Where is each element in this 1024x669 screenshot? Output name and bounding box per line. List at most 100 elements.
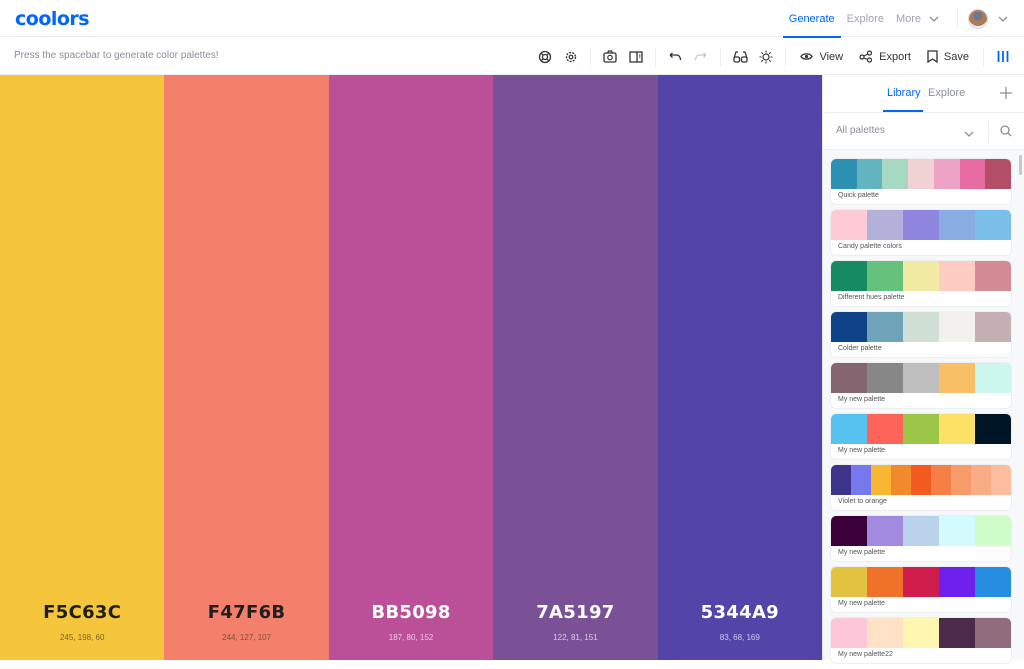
palette-swatch — [971, 465, 991, 495]
top-navbar: coolors Generate Explore More — [0, 0, 1024, 38]
toolbar-divider — [655, 46, 657, 67]
toolbar-divider — [983, 46, 984, 67]
palette-swatches — [831, 261, 1011, 291]
palette-swatch — [903, 363, 939, 393]
saved-palette-card[interactable]: Quick palette — [831, 159, 1011, 204]
color-column[interactable]: BB5098 187, 80, 152 — [328, 75, 494, 660]
export-button[interactable]: Export — [851, 50, 919, 63]
color-hex-code[interactable]: 7A5197 — [493, 602, 657, 623]
redo-icon[interactable] — [688, 44, 714, 70]
sidebar-scrollbar[interactable] — [1019, 155, 1022, 175]
palette-swatch — [831, 261, 867, 291]
palette-swatch — [975, 618, 1011, 648]
brightness-icon[interactable] — [753, 44, 779, 70]
saved-palette-card[interactable]: Candy palette colors — [831, 210, 1011, 255]
color-column[interactable]: F5C63C 245, 198, 60 — [0, 75, 165, 660]
saved-palette-card[interactable]: My new palette — [831, 363, 1011, 408]
palette-swatches — [831, 516, 1011, 546]
palette-swatch — [951, 465, 971, 495]
palette-swatch — [975, 312, 1011, 342]
help-lifebuoy-icon[interactable] — [532, 44, 558, 70]
palette-list: Quick palette Candy palette colors Differe… — [831, 159, 1011, 669]
color-hex-code[interactable]: F5C63C — [0, 602, 164, 623]
palette-swatch — [867, 261, 903, 291]
palette-swatch — [975, 516, 1011, 546]
palette-swatch — [851, 465, 871, 495]
tab-library[interactable]: Library — [887, 87, 921, 99]
palette-swatch — [891, 465, 911, 495]
chevron-down-icon[interactable] — [964, 124, 974, 142]
palette-swatch — [991, 465, 1011, 495]
color-rgb-value: 122, 81, 151 — [553, 633, 598, 642]
palette-swatch — [933, 159, 960, 189]
bookmark-icon — [927, 50, 938, 63]
palette-swatch — [831, 312, 867, 342]
user-avatar[interactable] — [968, 8, 988, 29]
library-columns-icon[interactable] — [990, 44, 1016, 70]
color-column[interactable]: 7A5197 122, 81, 151 — [493, 75, 658, 660]
palette-swatch — [831, 618, 867, 648]
palette-swatches — [831, 363, 1011, 393]
settings-gear-icon[interactable] — [558, 44, 584, 70]
saved-palette-card[interactable]: Different hues palette — [831, 261, 1011, 306]
coolors-logo[interactable]: coolors — [15, 8, 90, 30]
palette-swatch — [831, 465, 851, 495]
filter-divider — [988, 121, 989, 143]
saved-palette-card[interactable]: My new palette22 — [831, 618, 1011, 663]
palette-swatches — [831, 210, 1011, 240]
palette-swatch — [939, 312, 975, 342]
tab-explore[interactable]: Explore — [928, 87, 965, 99]
palette-swatch — [975, 363, 1011, 393]
search-icon[interactable] — [1000, 124, 1012, 142]
nav-generate[interactable]: Generate — [782, 0, 841, 38]
palette-swatch — [975, 210, 1011, 240]
palette-swatch — [831, 210, 867, 240]
palette-swatches — [831, 618, 1011, 648]
saved-palette-card[interactable]: My new palette — [831, 567, 1011, 612]
toolbar-divider — [590, 46, 592, 67]
add-palette-icon[interactable] — [998, 85, 1014, 101]
saved-palette-card[interactable]: My new palette — [831, 516, 1011, 561]
palette-swatch — [831, 159, 857, 189]
saved-palette-card[interactable]: Violet to orange — [831, 465, 1011, 510]
palette-swatch — [867, 363, 903, 393]
color-hex-code[interactable]: BB5098 — [329, 602, 493, 623]
color-rgb-value: 83, 68, 169 — [719, 633, 760, 642]
panel-layout-icon[interactable] — [623, 44, 649, 70]
palette-name: Quick palette — [838, 192, 879, 199]
palette-swatch — [975, 414, 1011, 444]
palette-filter-bar: All palettes — [823, 112, 1024, 150]
palette-filter-select[interactable]: All palettes — [836, 125, 885, 136]
view-button[interactable]: View — [792, 51, 851, 63]
palette-columns: F5C63C 245, 198, 60 F47F6B 244, 127, 107 BB5… — [0, 75, 823, 660]
palette-swatch — [867, 312, 903, 342]
palette-name: My new palette — [838, 600, 886, 607]
eye-icon — [800, 53, 814, 60]
glasses-icon[interactable] — [727, 44, 753, 70]
account-chevron-down-icon[interactable] — [996, 12, 1010, 26]
palette-swatch — [959, 159, 986, 189]
nav-explore[interactable]: Explore — [841, 0, 890, 37]
saved-palette-card[interactable]: Colder palette — [831, 312, 1011, 357]
color-column[interactable]: F47F6B 244, 127, 107 — [164, 75, 329, 660]
palette-swatch — [903, 516, 939, 546]
palette-name: Candy palette colors — [838, 243, 902, 250]
save-label: Save — [943, 50, 969, 63]
undo-icon[interactable] — [662, 44, 688, 70]
palette-name: My new palette22 — [838, 651, 893, 658]
color-column[interactable]: 5344A9 83, 68, 169 — [657, 75, 823, 660]
nav-more[interactable]: More — [890, 0, 947, 37]
camera-icon[interactable] — [597, 44, 623, 70]
palette-swatches — [831, 159, 1011, 189]
palette-swatch — [939, 363, 975, 393]
palette-swatch — [911, 465, 931, 495]
color-hex-code[interactable]: F47F6B — [164, 602, 328, 623]
main-nav: Generate Explore More — [782, 0, 1024, 38]
saved-palette-card[interactable]: My new palette — [831, 414, 1011, 459]
color-rgb-value: 244, 127, 107 — [222, 633, 272, 642]
palette-swatch — [903, 210, 939, 240]
save-button[interactable]: Save — [919, 50, 977, 63]
palette-swatch — [903, 261, 939, 291]
color-hex-code[interactable]: 5344A9 — [658, 602, 822, 623]
palette-swatch — [867, 516, 903, 546]
